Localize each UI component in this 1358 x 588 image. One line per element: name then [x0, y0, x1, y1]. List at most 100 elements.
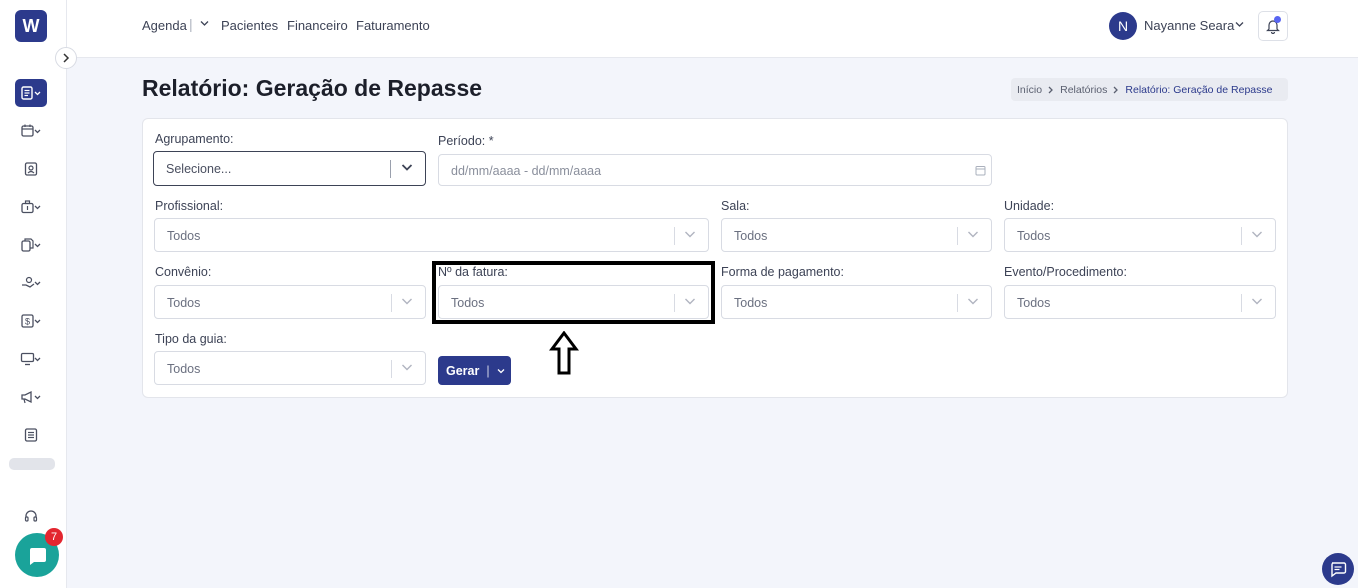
- nav-financeiro[interactable]: Financeiro: [287, 18, 348, 33]
- patient-badge-icon: [24, 162, 38, 176]
- evento-select[interactable]: Todos: [1004, 285, 1276, 319]
- chevron-down-icon: [401, 164, 413, 171]
- page-title: Relatório: Geração de Repasse: [142, 75, 483, 101]
- unidade-select[interactable]: Todos: [1004, 218, 1276, 252]
- chevron-down-icon: [402, 298, 412, 305]
- sidebar: W $: [0, 0, 67, 588]
- sidebar-item-marketing[interactable]: [15, 383, 47, 411]
- highlight-annotation-box: [432, 261, 715, 324]
- briefcase-icon: [21, 200, 41, 214]
- chevron-down-icon[interactable]: [1235, 21, 1244, 28]
- evento-value: Todos: [1017, 296, 1051, 310]
- select-divider: [390, 160, 391, 178]
- agrupamento-placeholder: Selecione...: [166, 162, 232, 176]
- svg-text:$: $: [25, 317, 30, 327]
- sidebar-item-patients[interactable]: [15, 155, 47, 183]
- profissional-value: Todos: [167, 229, 201, 243]
- periodo-date-input[interactable]: dd/mm/aaaa - dd/mm/aaaa: [438, 154, 992, 186]
- sidebar-item-reports[interactable]: [15, 79, 47, 107]
- monitor-icon: [20, 352, 41, 366]
- select-divider: [674, 227, 675, 245]
- guia-value: Todos: [167, 362, 201, 376]
- sidebar-scrollbar[interactable]: [9, 458, 55, 470]
- profissional-select[interactable]: Todos: [154, 218, 709, 252]
- sala-select[interactable]: Todos: [721, 218, 992, 252]
- nav-agenda[interactable]: Agenda: [142, 18, 187, 33]
- breadcrumb: Início Relatórios Relatório: Geração de …: [1011, 78, 1288, 101]
- pagamento-select[interactable]: Todos: [721, 285, 992, 319]
- notifications-button[interactable]: [1258, 11, 1288, 41]
- guia-select[interactable]: Todos: [154, 351, 426, 385]
- newspaper-icon: [24, 428, 38, 442]
- select-divider: [1241, 227, 1242, 245]
- notification-dot: [1274, 16, 1281, 23]
- chevron-right-icon: [1113, 86, 1119, 93]
- unidade-label: Unidade:: [1004, 199, 1055, 213]
- select-divider: [957, 294, 958, 312]
- sala-value: Todos: [734, 229, 768, 243]
- periodo-label: Período: *: [438, 134, 494, 148]
- sidebar-item-calendar[interactable]: [15, 117, 47, 145]
- documents-icon: [21, 238, 41, 252]
- convenio-value: Todos: [167, 296, 201, 310]
- chevron-down-icon[interactable]: [497, 368, 505, 374]
- select-divider: [391, 294, 392, 312]
- megaphone-icon: [21, 390, 41, 404]
- select-divider: [1241, 294, 1242, 312]
- chevron-right-icon: [1048, 86, 1054, 93]
- sala-label: Sala:: [721, 199, 750, 213]
- hand-coins-icon: [22, 276, 41, 288]
- top-navigation: Agenda | Pacientes Financeiro Faturament…: [67, 0, 1358, 58]
- gerar-button[interactable]: Gerar |: [438, 356, 511, 385]
- calendar-icon[interactable]: [975, 165, 986, 176]
- profissional-label: Profissional:: [155, 199, 224, 213]
- select-divider: [957, 227, 958, 245]
- periodo-placeholder: dd/mm/aaaa - dd/mm/aaaa: [451, 164, 602, 178]
- breadcrumb-inicio[interactable]: Início: [1017, 84, 1042, 96]
- chat-icon: [30, 548, 46, 565]
- gerar-separator: |: [486, 363, 490, 378]
- sidebar-item-documents[interactable]: [15, 231, 47, 259]
- sidebar-item-monitor[interactable]: [15, 345, 47, 373]
- app-logo[interactable]: W: [15, 10, 47, 42]
- gerar-label: Gerar: [446, 363, 480, 378]
- chevron-down-icon: [402, 364, 412, 371]
- convenio-label: Convênio:: [155, 265, 212, 279]
- sidebar-item-billing[interactable]: $: [15, 307, 47, 335]
- evento-label: Evento/Procedimento:: [1004, 265, 1127, 279]
- user-name[interactable]: Nayanne Seara: [1144, 18, 1234, 33]
- sidebar-item-briefcase[interactable]: [15, 193, 47, 221]
- help-chat-button[interactable]: [1322, 553, 1354, 585]
- sidebar-item-finance-hand[interactable]: [15, 269, 47, 297]
- message-icon: [1331, 562, 1347, 578]
- convenio-select[interactable]: Todos: [154, 285, 426, 319]
- chat-notification-badge: 7: [45, 528, 63, 546]
- pagamento-value: Todos: [734, 296, 768, 310]
- agrupamento-label: Agrupamento:: [155, 132, 234, 146]
- dollar-icon: $: [21, 314, 41, 328]
- user-avatar[interactable]: N: [1109, 12, 1137, 40]
- chevron-down-icon: [685, 231, 695, 238]
- report-icon: [21, 86, 41, 100]
- chevron-down-icon[interactable]: [200, 20, 209, 27]
- sidebar-item-news[interactable]: [15, 421, 47, 449]
- sidebar-expand-button[interactable]: [55, 47, 77, 69]
- headset-icon: [24, 510, 38, 522]
- nav-pacientes[interactable]: Pacientes: [221, 18, 278, 33]
- nav-separator: |: [189, 16, 193, 32]
- breadcrumb-current: Relatório: Geração de Repasse: [1125, 83, 1273, 96]
- chevron-down-icon: [1252, 231, 1262, 238]
- up-arrow-annotation-icon: [549, 331, 579, 375]
- agrupamento-select[interactable]: Selecione...: [153, 151, 426, 186]
- chevron-down-icon: [1252, 298, 1262, 305]
- calendar-icon: [21, 124, 41, 137]
- chevron-right-icon: [63, 53, 70, 63]
- select-divider: [391, 360, 392, 378]
- pagamento-label: Forma de pagamento:: [721, 265, 844, 279]
- breadcrumb-relatorios[interactable]: Relatórios: [1060, 84, 1107, 96]
- sidebar-item-support[interactable]: [15, 502, 47, 530]
- chevron-down-icon: [968, 231, 978, 238]
- nav-faturamento[interactable]: Faturamento: [356, 18, 430, 33]
- guia-label: Tipo da guia:: [155, 332, 227, 346]
- unidade-value: Todos: [1017, 229, 1051, 243]
